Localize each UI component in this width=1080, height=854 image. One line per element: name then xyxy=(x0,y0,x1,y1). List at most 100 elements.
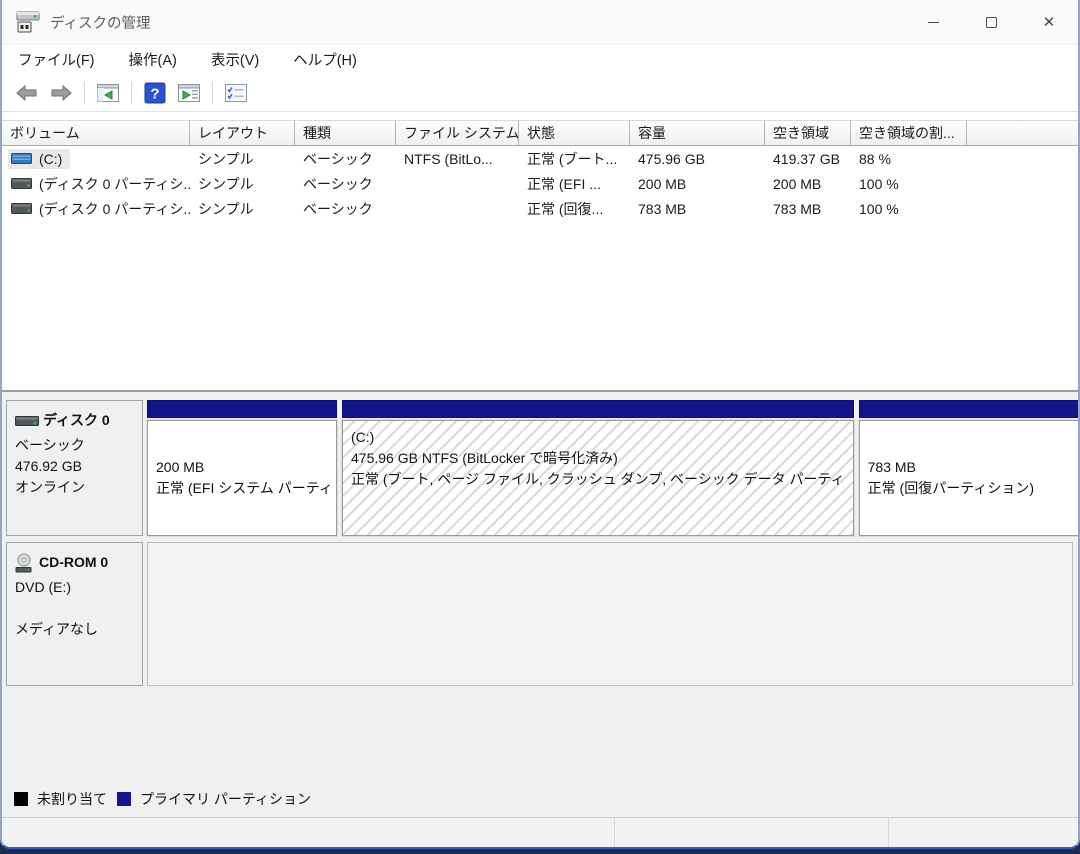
legend-label: プライマリ パーティション xyxy=(140,791,312,807)
cdrom-empty-region[interactable] xyxy=(147,542,1073,686)
cell-status: 正常 (回復... xyxy=(527,200,604,217)
console-tree-icon xyxy=(97,83,119,102)
menu-file[interactable]: ファイル(F) xyxy=(8,45,105,74)
cell-free-pct: 100 % xyxy=(859,175,899,192)
column-header-volume[interactable]: ボリューム xyxy=(2,120,190,146)
toolbar-separator xyxy=(84,81,85,104)
window-controls: ✕ xyxy=(904,0,1078,44)
partition-size: 475.96 GB NTFS (BitLocker で暗号化済み) xyxy=(351,450,618,466)
cell-layout: シンプル xyxy=(198,175,254,192)
legend-label: 未割り当て xyxy=(37,791,107,807)
drive-icon-gray xyxy=(11,203,32,214)
menu-help[interactable]: ヘルプ(H) xyxy=(283,45,367,74)
legend-unallocated: 未割り当て xyxy=(14,789,107,809)
help-button[interactable]: ? xyxy=(138,78,172,108)
cell-free-space: 200 MB xyxy=(773,175,822,192)
status-section xyxy=(2,818,615,847)
cell-type: ベーシック xyxy=(303,200,373,217)
disk0-row: ディスク 0 ベーシック 476.92 GB オンライン 200 MB 正常 (… xyxy=(6,400,1078,537)
column-header-free-pct[interactable]: 空き領域の割... xyxy=(851,120,967,146)
partition-color-bar xyxy=(342,400,854,418)
cell-capacity: 475.96 GB xyxy=(638,150,705,167)
cdrom-icon xyxy=(15,553,32,572)
column-header-empty xyxy=(967,120,1078,146)
maximize-icon xyxy=(985,16,997,28)
table-row-efi-partition[interactable]: (ディスク 0 パーティシ... シンプル ベーシック 正常 (EFI ... … xyxy=(2,171,1078,196)
cell-capacity: 783 MB xyxy=(638,200,687,217)
toolbar: ? xyxy=(2,74,1078,112)
volume-name: (C:) xyxy=(39,150,63,167)
back-button[interactable] xyxy=(10,78,44,108)
svg-text:?: ? xyxy=(150,85,159,102)
legend-primary-partition: プライマリ パーティション xyxy=(117,789,311,809)
cdrom-media-status: メディアなし xyxy=(15,621,99,637)
drive-icon-gray xyxy=(11,178,32,189)
disk-management-window: ディスクの管理 ✕ ファイル(F) 操作(A) 表示(V) ヘルプ(H) ? ボ… xyxy=(0,0,1080,849)
partition-status: 正常 (ブート, ページ ファイル, クラッシュ ダンプ, ベーシック データ … xyxy=(351,471,845,487)
disk0-label-panel[interactable]: ディスク 0 ベーシック 476.92 GB オンライン xyxy=(6,400,143,536)
partition-size: 200 MB xyxy=(156,459,205,475)
properties-icon xyxy=(225,83,247,102)
partition-recovery[interactable]: 783 MB 正常 (回復パーティション) xyxy=(857,400,1078,537)
window-title: ディスクの管理 xyxy=(50,15,151,32)
cell-layout: シンプル xyxy=(198,150,254,167)
column-header-capacity[interactable]: 容量 xyxy=(630,120,765,146)
cdrom-drive-letter: DVD (E:) xyxy=(15,579,71,595)
menu-bar: ファイル(F) 操作(A) 表示(V) ヘルプ(H) xyxy=(2,44,1078,74)
partition-c-selected[interactable]: (C:) 475.96 GB NTFS (BitLocker で暗号化済み) 正… xyxy=(341,400,855,537)
partition-color-bar xyxy=(147,400,337,418)
partition-status: 正常 (EFI システム パーティ xyxy=(156,480,333,496)
table-row-recovery-partition[interactable]: (ディスク 0 パーティシ... シンプル ベーシック 正常 (回復... 78… xyxy=(2,196,1078,221)
status-section xyxy=(889,818,1078,847)
column-header-free-space[interactable]: 空き領域 xyxy=(765,120,851,146)
menu-action[interactable]: 操作(A) xyxy=(119,45,187,74)
disk-size: 476.92 GB xyxy=(15,458,82,474)
cell-status: 正常 (EFI ... xyxy=(527,175,601,192)
cell-type: ベーシック xyxy=(303,150,373,167)
column-header-filesystem[interactable]: ファイル システム xyxy=(396,120,519,146)
cell-filesystem: NTFS (BitLo... xyxy=(404,150,493,167)
column-header-status[interactable]: 状態 xyxy=(519,120,630,146)
cell-free-pct: 88 % xyxy=(859,150,891,167)
cell-type: ベーシック xyxy=(303,175,373,192)
disk-icon xyxy=(15,415,39,426)
column-header-layout[interactable]: レイアウト xyxy=(190,120,295,146)
show-action-pane-button[interactable] xyxy=(172,78,206,108)
volume-name: (ディスク 0 パーティシ... xyxy=(39,175,190,192)
close-button[interactable]: ✕ xyxy=(1020,0,1078,44)
menu-view[interactable]: 表示(V) xyxy=(201,45,269,74)
column-header-type[interactable]: 種類 xyxy=(295,120,396,146)
disk-type: ベーシック xyxy=(15,437,85,453)
primary-partition-swatch xyxy=(117,792,131,806)
maximize-button[interactable] xyxy=(962,0,1020,44)
volume-list-header: ボリューム レイアウト 種類 ファイル システム 状態 容量 空き領域 空き領域… xyxy=(2,120,1078,146)
forward-button[interactable] xyxy=(44,78,78,108)
partition-size: 783 MB xyxy=(867,459,916,475)
cell-free-pct: 100 % xyxy=(859,200,899,217)
toolbar-separator xyxy=(212,81,213,104)
disk-name: ディスク 0 xyxy=(43,412,110,428)
cdrom-row: CD-ROM 0 DVD (E:) メディアなし xyxy=(6,542,1073,686)
partition-name: (C:) xyxy=(351,429,375,445)
cdrom-label-panel[interactable]: CD-ROM 0 DVD (E:) メディアなし xyxy=(6,542,143,686)
cell-layout: シンプル xyxy=(198,200,254,217)
minimize-button[interactable] xyxy=(904,0,962,44)
drive-icon-blue xyxy=(11,153,32,164)
help-icon: ? xyxy=(144,82,166,103)
unallocated-swatch xyxy=(14,792,28,806)
back-icon xyxy=(16,84,37,101)
volume-name: (ディスク 0 パーティシ... xyxy=(39,200,190,217)
disk-management-app-icon xyxy=(16,11,40,33)
disk-status: オンライン xyxy=(15,479,85,495)
partition-color-bar xyxy=(858,400,1078,418)
status-bar xyxy=(2,817,1078,847)
cell-free-space: 783 MB xyxy=(773,200,822,217)
legend: 未割り当て プライマリ パーティション xyxy=(6,787,1073,811)
table-row-volume-c[interactable]: (C:) シンプル ベーシック NTFS (BitLo... 正常 (ブート..… xyxy=(2,146,1078,171)
partition-efi[interactable]: 200 MB 正常 (EFI システム パーティ xyxy=(146,400,338,537)
cell-status: 正常 (ブート... xyxy=(527,150,618,167)
show-console-tree-button[interactable] xyxy=(91,78,125,108)
close-icon: ✕ xyxy=(1042,13,1056,31)
disk-graph-pane: ディスク 0 ベーシック 476.92 GB オンライン 200 MB 正常 (… xyxy=(2,390,1078,817)
properties-button[interactable] xyxy=(219,78,253,108)
